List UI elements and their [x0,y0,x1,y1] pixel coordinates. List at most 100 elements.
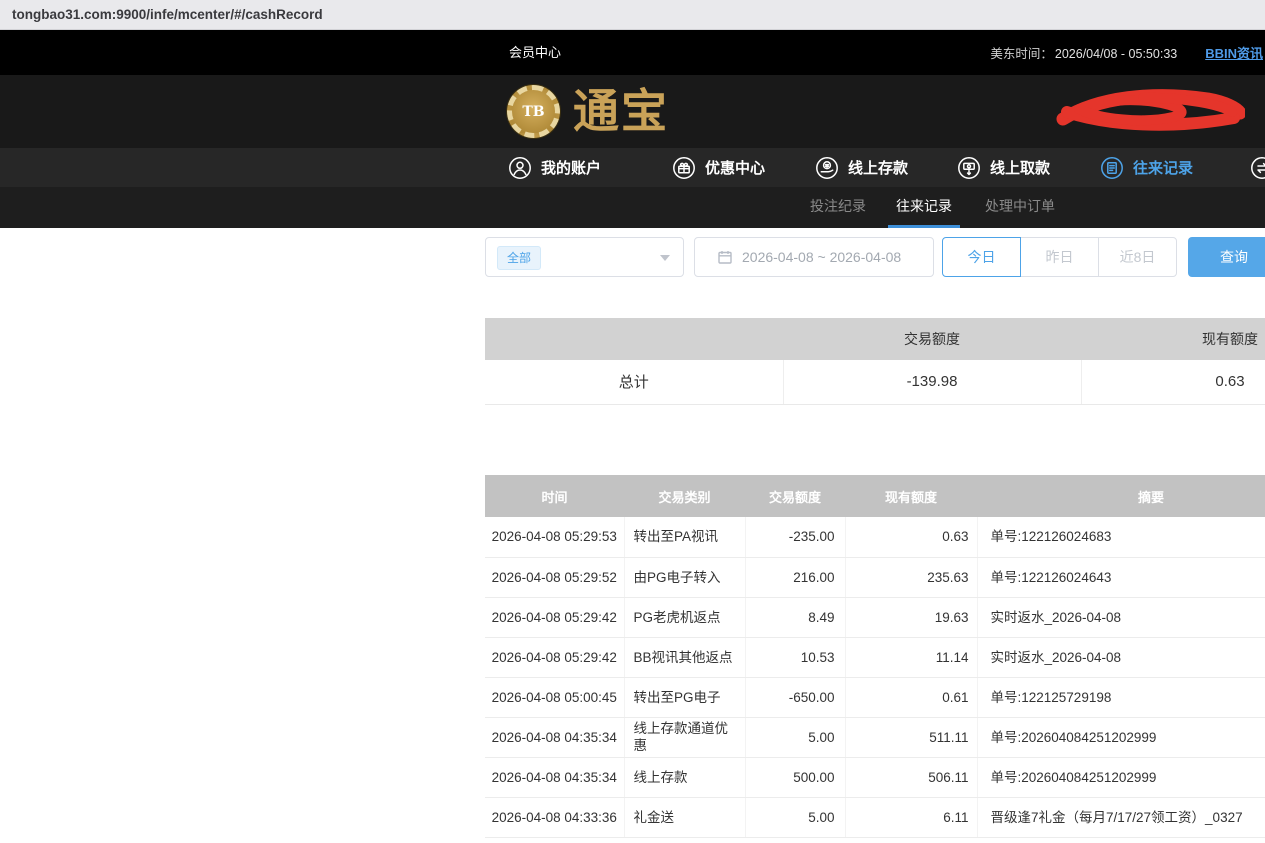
table-cell: 2026-04-08 05:29:42 [485,637,624,677]
col-header-type: 交易类别 [624,475,745,517]
table-cell: 2026-04-08 04:35:34 [485,757,624,797]
table-row: 2026-04-08 05:29:42PG老虎机返点8.4919.63实时返水_… [485,597,1265,637]
member-center-link[interactable]: 会员中心 [509,30,561,75]
nav-label: 我的账户 [541,157,601,178]
yesterday-button[interactable]: 昨日 [1020,237,1099,277]
table-cell: 6.11 [845,797,977,837]
user-icon [508,156,532,180]
type-tag-all: 全部 [497,246,541,270]
date-range-picker[interactable]: 2026-04-08 ~ 2026-04-08 [694,237,934,277]
table-cell: 11.14 [845,637,977,677]
nav-item-online-withdraw[interactable]: 线上取款 [957,148,1050,187]
col-header-time: 时间 [485,475,624,517]
nav-item-online-deposit[interactable]: 线上存款 [815,148,908,187]
table-cell: 晋级逢7礼金（每月7/17/27领工资）_0327 [977,797,1265,837]
subnav-item-cash-records[interactable]: 往来记录 [888,187,960,228]
table-cell: 0.63 [845,517,977,557]
browser-url-bar[interactable]: tongbao31.com:9900/infe/mcenter/#/cashRe… [0,0,1265,30]
nav-label: 往来记录 [1133,157,1193,178]
col-header-balance: 现有额度 [845,475,977,517]
table-row: 2026-04-08 04:33:36礼金送5.006.11晋级逢7礼金（每月7… [485,797,1265,837]
records-table: 时间 交易类别 交易额度 现有额度 摘要 2026-04-08 05:29:53… [485,475,1265,838]
col-header-amount: 交易额度 [745,475,845,517]
subnav-item-bet-records[interactable]: 投注纪录 [802,187,874,228]
today-button[interactable]: 今日 [942,237,1021,277]
table-cell: 10.53 [745,637,845,677]
server-time-value: 2026/04/08 - 05:50:33 [1055,47,1177,61]
table-row: 2026-04-08 05:29:42BB视讯其他返点10.5311.14实时返… [485,637,1265,677]
table-cell: -650.00 [745,677,845,717]
table-cell: 单号:122126024643 [977,557,1265,597]
table-cell: 转出至PG电子 [624,677,745,717]
gift-icon [672,156,696,180]
table-cell: 500.00 [745,757,845,797]
nav-item-records[interactable]: 往来记录 [1100,148,1193,187]
brand-name: 通宝 [573,85,669,138]
table-cell: 0.61 [845,677,977,717]
table-cell: 2026-04-08 04:35:34 [485,717,624,757]
top-bar: 会员中心 美东时间：2026/04/08 - 05:50:33 BBIN资讯 [0,30,1265,75]
type-select[interactable]: 全部 [485,237,684,277]
table-cell: 5.00 [745,717,845,757]
poker-chip-logo-icon: TB [507,85,560,138]
quick-range-group: 今日 昨日 近8日 [942,237,1177,277]
server-time: 美东时间：2026/04/08 - 05:50:33 [990,43,1177,62]
transfer-arrows-icon [1250,156,1265,180]
table-cell: 由PG电子转入 [624,557,745,597]
table-cell: 2026-04-08 04:33:36 [485,797,624,837]
table-cell: 5.00 [745,797,845,837]
table-row: 2026-04-08 04:35:34线上存款通道优惠5.00511.11单号:… [485,717,1265,757]
col-header-summary: 摘要 [977,475,1265,517]
bbin-news-link[interactable]: BBIN资讯 [1205,43,1263,62]
table-cell: 实时返水_2026-04-08 [977,637,1265,677]
url-text: tongbao31.com:9900/infe/mcenter/#/cashRe… [12,7,323,22]
summary-balance-value: 0.63 [1081,360,1265,404]
table-cell: 实时返水_2026-04-08 [977,597,1265,637]
table-row: 2026-04-08 05:00:45转出至PG电子-650.000.61单号:… [485,677,1265,717]
site-logo[interactable]: TB 通宝 [507,85,669,138]
main-nav: 我的账户 优惠中心 线上存款 线上取款 往来记录 [0,148,1265,187]
nav-item-my-account[interactable]: 我的账户 [508,148,601,187]
query-button[interactable]: 查询 [1188,237,1265,277]
nav-item-partial[interactable] [1250,148,1265,187]
summary-header-transaction: 交易额度 [783,318,1081,360]
sub-nav: 投注纪录 往来记录 处理中订单 [0,187,1265,228]
nav-label: 线上取款 [990,157,1050,178]
table-cell: 8.49 [745,597,845,637]
records-document-icon [1100,156,1124,180]
logo-bar: TB 通宝 [0,75,1265,148]
date-range-value: 2026-04-08 ~ 2026-04-08 [742,249,901,265]
table-cell: 礼金送 [624,797,745,837]
table-cell: 线上存款通道优惠 [624,717,745,757]
calendar-icon [717,249,733,265]
table-cell: PG老虎机返点 [624,597,745,637]
table-cell: 2026-04-08 05:29:42 [485,597,624,637]
table-cell: 2026-04-08 05:00:45 [485,677,624,717]
nav-label: 优惠中心 [705,157,765,178]
table-cell: 2026-04-08 05:29:52 [485,557,624,597]
table-cell: 216.00 [745,557,845,597]
summary-header-balance: 现有额度 [1081,318,1265,360]
summary-table: 交易额度 现有额度 总计 -139.98 0.63 [485,318,1265,405]
withdraw-banknote-icon [957,156,981,180]
table-cell: 单号:122126024683 [977,517,1265,557]
last-8-days-button[interactable]: 近8日 [1098,237,1177,277]
chevron-down-icon [660,255,670,261]
table-cell: 单号:202604084251202999 [977,757,1265,797]
table-cell: 单号:202604084251202999 [977,717,1265,757]
table-cell: 506.11 [845,757,977,797]
table-cell: 单号:122125729198 [977,677,1265,717]
nav-label: 线上存款 [848,157,908,178]
subnav-item-processing-orders[interactable]: 处理中订单 [977,187,1063,228]
summary-transaction-total: -139.98 [783,360,1081,404]
top-bar-right: 美东时间：2026/04/08 - 05:50:33 BBIN资讯 [990,30,1263,75]
nav-item-promotions[interactable]: 优惠中心 [672,148,765,187]
table-row: 2026-04-08 04:35:34线上存款500.00506.11单号:20… [485,757,1265,797]
deposit-coin-icon [815,156,839,180]
records-table-body: 2026-04-08 05:29:53转出至PA视讯-235.000.63单号:… [485,517,1265,837]
table-cell: BB视讯其他返点 [624,637,745,677]
table-cell: -235.00 [745,517,845,557]
summary-row: 总计 -139.98 0.63 [485,360,1265,404]
summary-header-empty [485,318,783,360]
table-cell: 19.63 [845,597,977,637]
